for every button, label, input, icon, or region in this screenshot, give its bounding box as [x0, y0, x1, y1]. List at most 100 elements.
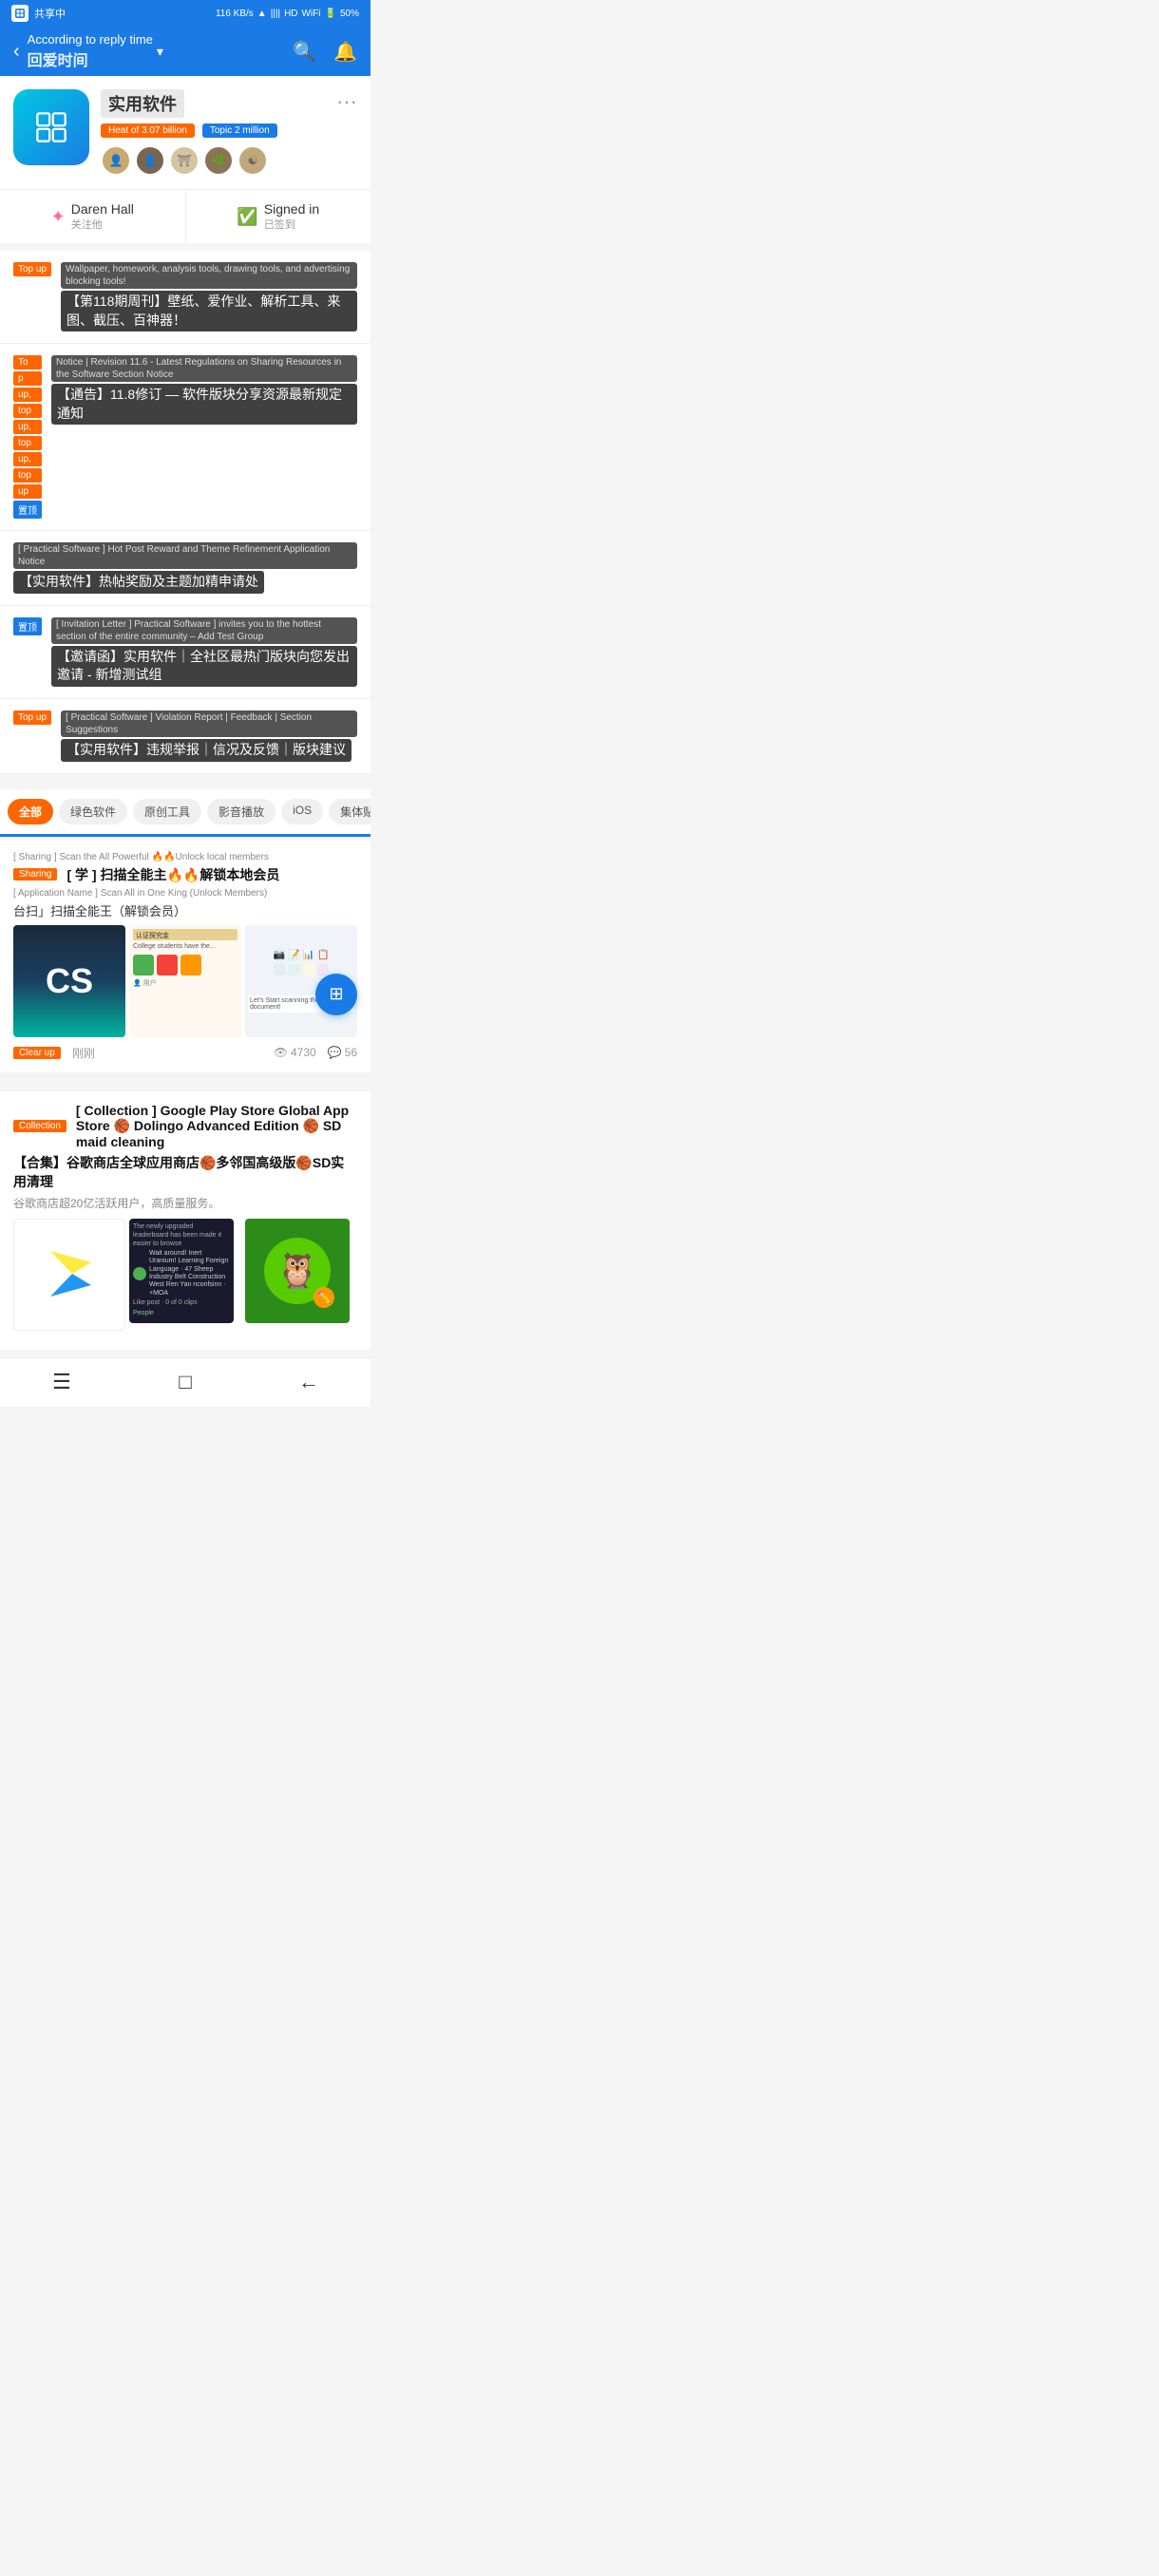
feed-1-meta: Clear up 刚刚 👁 4730 💬 56	[13, 1045, 357, 1061]
post-tags-2: To p up, top up, top up, top up 置顶	[13, 355, 42, 519]
post-tag-1: Top up	[13, 262, 51, 276]
dropdown-button[interactable]: ▾	[157, 44, 163, 60]
fab-button[interactable]: ⊞	[315, 974, 357, 1015]
battery-level: 50%	[340, 9, 359, 19]
status-right: 116 KB/s ▲ |||| HD WiFi 🔋 50%	[216, 9, 359, 19]
member-avatar-1: 👤	[101, 145, 131, 176]
duolingo-pencil: ✏️	[314, 1287, 334, 1308]
follow-sub: 关注他	[71, 217, 134, 232]
category-tabs: 全部 绿色软件 原创工具 影音播放 iOS 集体贴纸	[0, 789, 370, 837]
preview-icons-row	[133, 955, 238, 975]
feed-img-tiktok: The newly upgraded leaderboard has been …	[129, 1219, 234, 1323]
post-content-2: Notice | Revision 11.6 - Latest Regulati…	[51, 355, 357, 425]
post-en-4: [ Invitation Letter ] Practical Software…	[51, 617, 357, 644]
post-tag-pinned: 置顶	[13, 501, 42, 519]
feed-1-clearup-tag: Clear up	[13, 1047, 61, 1059]
tab-progress-line	[0, 834, 370, 837]
grid-item-5	[274, 964, 285, 975]
feed-2-tag: Collection	[13, 1120, 66, 1132]
preview-content-mid: 认证探究金 College students have the... 👤 用户	[129, 925, 241, 1037]
community-stats: Heat of 3.07 billion Topic 2 million	[101, 123, 325, 138]
status-bar: 共享中 116 KB/s ▲ |||| HD WiFi 🔋 50%	[0, 0, 370, 27]
post-zh-5: 【实用软件】违规举报｜信况及反馈｜版块建议	[61, 739, 352, 762]
notification-icon[interactable]: 🔔	[333, 40, 357, 64]
member-avatar-3: ⛩	[169, 145, 200, 176]
feed-1-tag: Sharing	[13, 868, 57, 881]
post-item-5[interactable]: Top up [ Practical Software ] Violation …	[0, 699, 370, 774]
cat-tab-video[interactable]: 影音播放	[207, 799, 276, 824]
post-tag-top1: top	[13, 404, 42, 418]
post-item-1[interactable]: Top up Wallpaper, homework, analysis too…	[0, 251, 370, 344]
grid-item-4: 📋	[317, 949, 329, 960]
post-item-4[interactable]: 置顶 [ Invitation Letter ] Practical Softw…	[0, 606, 370, 699]
post-tag-p: p	[13, 371, 42, 386]
post-content-3: [ Practical Software ] Hot Post Reward a…	[13, 542, 357, 594]
post-item-2[interactable]: To p up, top up, top up, top up 置顶 Notic…	[0, 344, 370, 531]
nav-bar: ‹ According to reply time 回爱时间 ▾ 🔍 🔔	[0, 27, 370, 76]
feed-section-2: Collection [ Collection ] Google Play St…	[0, 1091, 370, 1357]
back-button[interactable]: ‹	[13, 41, 20, 63]
post-zh-1: 【第118期周刊】壁纸、爱作业、解析工具、来图、截压、百神器！	[61, 291, 357, 331]
small-grid: 📷 📝 📊 📋	[271, 946, 332, 978]
preview-user: 👤 用户	[133, 978, 238, 988]
post-en-5: [ Practical Software ] Violation Report …	[61, 710, 357, 737]
signal-icon: ▲	[257, 9, 267, 19]
back-nav-button[interactable]: ←	[290, 1363, 328, 1401]
network-bars: ||||	[271, 9, 280, 19]
feed-2-images: Play商店 The newly upgraded leaderboard ha…	[13, 1219, 357, 1331]
menu-button[interactable]: ☰	[43, 1363, 81, 1401]
hd-badge: HD	[284, 9, 297, 19]
cat-tab-green[interactable]: 绿色软件	[59, 799, 127, 824]
cs-logo-text: CS	[46, 961, 93, 1001]
post-content-5: [ Practical Software ] Violation Report …	[61, 710, 357, 762]
community-logo	[13, 89, 89, 165]
tiktok-like-post: Like post · 0 of 0 clips	[133, 1299, 230, 1306]
star-icon: ✦	[51, 207, 66, 227]
comment-count: 56	[345, 1046, 357, 1059]
feed-2-header: Collection [ Collection ] Google Play St…	[13, 1103, 357, 1149]
feed-item-1: [ Sharing ] Scan the All Powerful 🔥🔥Unlo…	[0, 841, 370, 1080]
post-content-1: Wallpaper, homework, analysis tools, dra…	[61, 262, 357, 331]
feed-1-images: CS 认证探究金 College students have the... 👤 …	[13, 925, 357, 1037]
home-button[interactable]: □	[166, 1363, 204, 1401]
network-speed: 116 KB/s	[216, 9, 254, 19]
follow-button[interactable]: ✦ Daren Hall 关注他	[0, 190, 186, 243]
post-item-3[interactable]: [ Practical Software ] Hot Post Reward a…	[0, 531, 370, 606]
tiktok-creator: Wait around! Inert Uranium! Learning For…	[133, 1250, 230, 1297]
nav-left: ‹ According to reply time 回爱时间 ▾	[13, 32, 163, 70]
creator-avatar	[133, 1267, 146, 1280]
section-divider-2	[0, 1080, 370, 1088]
eye-icon: 👁	[274, 1046, 288, 1059]
battery-icon: 🔋	[325, 9, 336, 19]
feed-1-title-zh: [ 学 ] 扫描全能主🔥🔥解锁本地会员	[66, 865, 279, 884]
post-tag-up3: up,	[13, 452, 42, 466]
topic-badge: Topic 2 million	[202, 123, 277, 138]
member-avatar-5: ☯	[238, 145, 268, 176]
search-icon[interactable]: 🔍	[293, 40, 316, 64]
post-tag-top3: top	[13, 468, 42, 483]
cat-tab-ios[interactable]: iOS	[281, 799, 323, 824]
nav-right: 🔍 🔔	[293, 40, 357, 64]
signed-sub: 已签到	[264, 217, 319, 232]
creator-info: Wait around! Inert Uranium! Learning For…	[149, 1250, 230, 1297]
grid-item-7	[303, 964, 314, 975]
nav-title: 回爱时间	[28, 47, 88, 70]
post-content-4: [ Invitation Letter ] Practical Software…	[51, 617, 357, 687]
menu-icon: ☰	[52, 1370, 71, 1394]
feed-2-title-en: [ Collection ] Google Play Store Global …	[76, 1103, 357, 1149]
preview-bar-top: 认证探究金	[133, 929, 238, 940]
feed-section-1: [ Sharing ] Scan the All Powerful 🔥🔥Unlo…	[0, 841, 370, 1080]
feed-img-cs: CS	[13, 925, 125, 1037]
post-en-1: Wallpaper, homework, analysis tools, dra…	[61, 262, 357, 289]
cat-tab-original[interactable]: 原创工具	[133, 799, 201, 824]
tiktok-people-row: People	[133, 1310, 230, 1316]
view-count: 4730	[291, 1046, 316, 1059]
tiktok-people: People	[133, 1310, 154, 1316]
cat-tab-sticker[interactable]: 集体贴纸	[329, 799, 370, 824]
sign-in-button[interactable]: ✅ Signed in 已签到	[186, 190, 371, 243]
more-options-button[interactable]: ···	[336, 89, 357, 114]
feed-img-play: Play商店	[13, 1219, 125, 1331]
feed-img-duolingo: 🦉 ✏️	[245, 1219, 350, 1323]
cat-tab-all[interactable]: 全部	[8, 799, 53, 824]
fab-icon: ⊞	[329, 984, 343, 1004]
